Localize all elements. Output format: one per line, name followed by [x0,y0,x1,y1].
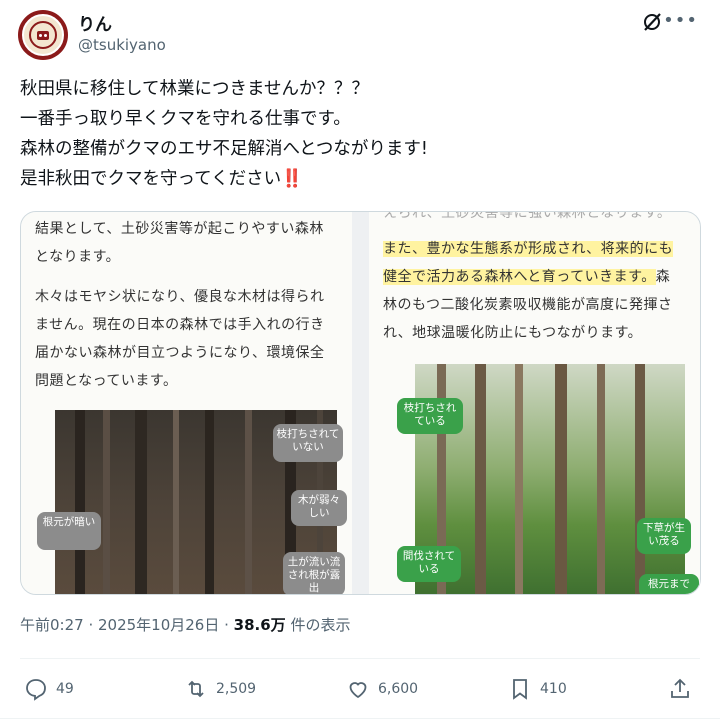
tweet-text: 秋田県に移住して林業につきませんか？？？ 一番手っ取り早くクマを守れる仕事です。… [20,74,700,194]
more-options-icon[interactable]: ••• [663,10,698,31]
callout-bubble: 間伐されている [397,546,461,582]
avatar[interactable] [18,10,68,60]
view-count: 38.6万 [233,616,286,634]
caption-text: となります。 [35,249,121,265]
heart-icon [349,682,367,699]
grok-icon[interactable] [640,10,664,34]
caption-text: 健全で活力ある森林へと育っていきます。森 [383,264,670,290]
tweet-meta: 午前0:27 · 2025年10月26日 · 38.6万 件の表示 [20,614,350,635]
tweet-line: 森林の整備がクマのエサ不足解消へとつながります! [20,139,428,159]
divider [0,718,720,719]
reply-button[interactable]: 49 [24,673,74,705]
callout-bubble: 根元まで [639,574,699,594]
caption-text: えられ、土砂災害等に強い森林となります。 [383,212,672,221]
tweet-media[interactable]: 結果として、土砂災害等が起こりやすい森林 となります。 木々はモヤシ状になり、優… [20,211,701,595]
caption-text: ません。現在の日本の森林では手入れの行き [35,317,325,333]
media-image-left[interactable]: 結果として、土砂災害等が起こりやすい森林 となります。 木々はモヤシ状になり、優… [21,212,352,594]
media-image-right[interactable]: えられ、土砂災害等に強い森林となります。 また、豊かな生態系が形成され、将来的に… [369,212,700,594]
repost-icon [188,680,204,698]
callout-bubble: 枝打ちされている [397,398,463,434]
tweet-line: 一番手っ取り早くクマを守れる仕事です。 [20,109,351,129]
callout-bubble: 枝打ちされていない [273,424,343,462]
caption-text: 森 [655,269,671,285]
tweet-line: 秋田県に移住して林業につきませんか？？？ [20,79,369,99]
tweet-header: りん @tsukiyano ••• [18,10,702,62]
caption-text: また、豊かな生態系が形成され、将来的にも [383,236,674,262]
bookmark-icon [513,679,527,700]
avatar-emblem-icon [29,21,57,49]
callout-bubble: 土が流い流され根が露出 [283,552,345,594]
repost-count: 2,509 [216,681,257,697]
author-handle[interactable]: @tsukiyano [78,36,166,54]
callout-bubble: 根元が暗い [37,512,101,550]
author-name[interactable]: りん [78,10,112,35]
reply-icon [26,679,46,701]
highlighted-text: 健全で活力ある森林へと育っていきます。 [383,269,656,285]
view-label: 件の表示 [285,616,351,634]
repost-button[interactable]: 2,509 [184,673,256,705]
caption-text: れ、地球温暖化防止にもつながります。 [383,325,643,341]
caption-text: 問題となっています。 [35,373,178,389]
bookmark-count: 410 [540,681,567,697]
divider [20,658,700,659]
like-button[interactable]: 6,600 [346,673,418,705]
share-icon [671,678,689,698]
share-button[interactable] [668,673,700,705]
reply-count: 49 [56,681,74,697]
like-count: 6,600 [378,681,419,697]
action-bar: 49 2,509 6,600 410 [20,673,700,705]
caption-text: 結果として、土砂災害等が起こりやすい森林 [35,221,324,237]
bookmark-button[interactable]: 410 [508,673,567,705]
caption-text: 木々はモヤシ状になり、優良な木材は得られ [35,289,325,305]
tweet-line: 是非秋田でクマを守ってください [20,169,282,189]
image-divider [352,212,369,594]
timestamp[interactable]: 午前0:27 · 2025年10月26日 · [20,616,234,634]
callout-bubble: 木が弱々しい [291,490,347,526]
caption-text: 林のもつ二酸化炭素吸収機能が高度に発揮さ [383,297,673,313]
callout-bubble: 下草が生い茂る [637,518,691,554]
double-exclamation-icon: ‼️ [281,169,303,189]
avatar-logo [22,14,64,56]
highlighted-text: また、豊かな生態系が形成され、将来的にも [383,241,674,257]
caption-text: 届かない森林が目立つようになり、環境保全 [35,345,325,361]
